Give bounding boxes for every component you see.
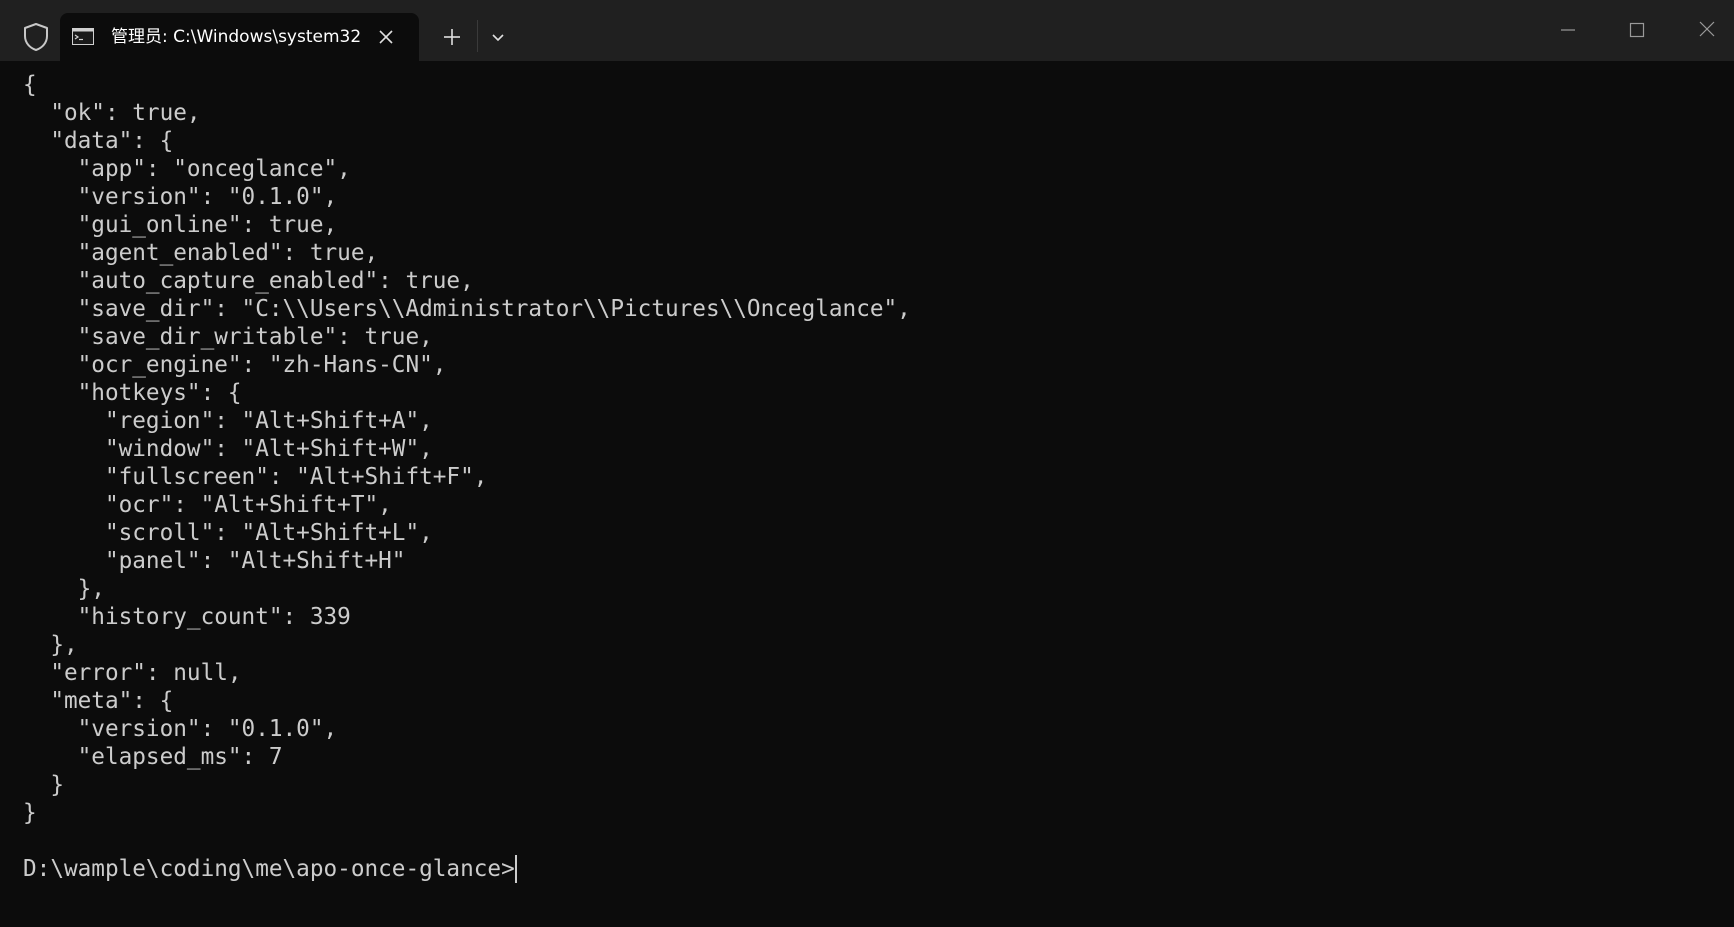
terminal-window: 管理员: C:\Windows\system32 { "ok": true, " [0, 0, 1734, 927]
maximize-icon[interactable] [1622, 14, 1652, 44]
tab-active[interactable]: 管理员: C:\Windows\system32 [60, 13, 419, 61]
toolbar-divider [477, 20, 478, 52]
plus-icon[interactable] [440, 25, 464, 49]
close-icon[interactable] [376, 27, 396, 47]
text-cursor [514, 855, 517, 883]
command-output: { "ok": true, "data": { "app": "onceglan… [23, 72, 911, 826]
terminal-content[interactable]: { "ok": true, "data": { "app": "onceglan… [0, 61, 1734, 927]
terminal-icon [72, 28, 94, 45]
prompt-path: D:\wample\coding\me\apo-once-glance> [23, 856, 515, 882]
tab-title: 管理员: C:\Windows\system32 [111, 27, 362, 47]
title-bar[interactable]: 管理员: C:\Windows\system32 [0, 0, 1734, 61]
minimize-icon[interactable] [1553, 14, 1583, 44]
close-icon[interactable] [1692, 14, 1722, 44]
command-prompt[interactable]: D:\wample\coding\me\apo-once-glance> [23, 855, 517, 883]
chevron-down-icon[interactable] [488, 27, 508, 47]
shield-icon [24, 23, 48, 51]
